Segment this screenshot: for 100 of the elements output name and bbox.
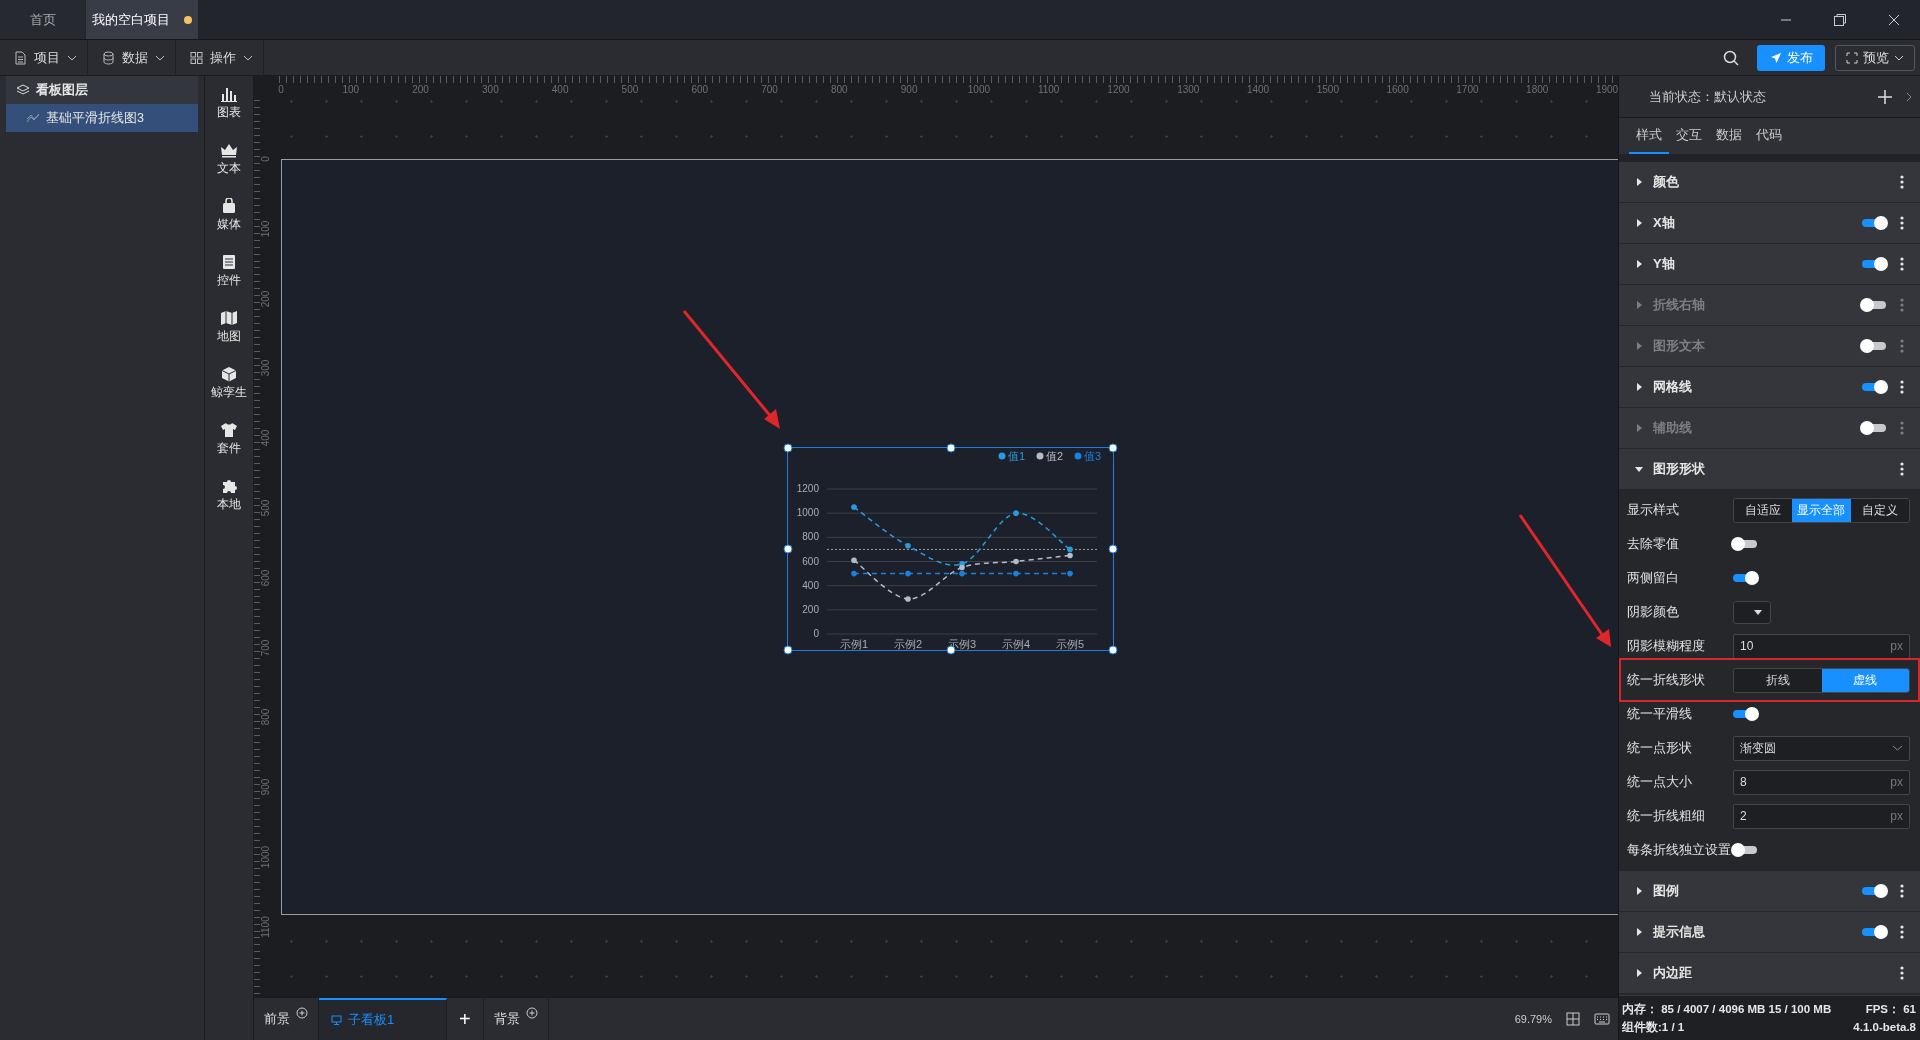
ruler-label: 1000 [260, 845, 272, 868]
add-circle-icon[interactable] [525, 1007, 538, 1019]
add-icon[interactable] [1878, 89, 1892, 104]
more-icon[interactable] [1900, 966, 1904, 980]
toggle-switch[interactable] [1862, 928, 1886, 936]
component-category[interactable]: 地图 [217, 310, 241, 345]
resize-handle[interactable] [783, 544, 793, 554]
component-category[interactable]: 套件 [217, 422, 241, 457]
component-category[interactable]: 鲸孪生 [211, 366, 247, 401]
data-point [851, 570, 857, 577]
close-icon[interactable] [1888, 13, 1900, 26]
section-header[interactable]: 网格线 [1619, 367, 1920, 408]
layer-item[interactable]: 基础平滑折线图3 [6, 104, 198, 132]
preview-button[interactable]: 预览 [1835, 44, 1915, 71]
toggle-switch[interactable] [1733, 710, 1757, 718]
number-field[interactable]: 8 px [1733, 769, 1910, 795]
crown-icon [220, 142, 238, 158]
board-tab[interactable]: 背景 [483, 998, 549, 1040]
more-icon[interactable] [1900, 884, 1904, 898]
toggle-switch[interactable] [1862, 301, 1886, 309]
add-board-button[interactable]: + [447, 998, 484, 1040]
database-icon [102, 50, 115, 65]
resize-handle[interactable] [1108, 544, 1118, 554]
toggle-switch[interactable] [1862, 383, 1886, 391]
add-circle-icon[interactable] [296, 1007, 308, 1019]
section-header[interactable]: X轴 [1619, 203, 1920, 244]
document-tab[interactable]: 首页 [0, 0, 85, 39]
toggle-switch[interactable] [1862, 424, 1886, 432]
resize-handle[interactable] [1108, 443, 1118, 453]
section-header[interactable]: 图例 [1619, 871, 1920, 912]
axis-tick-label: 0 [813, 628, 819, 639]
search-icon[interactable] [1723, 49, 1739, 66]
field-label: 两侧留白 [1627, 569, 1680, 587]
component-category[interactable]: 控件 [217, 254, 241, 289]
resize-handle[interactable] [946, 443, 955, 453]
section-header[interactable]: Y轴 [1619, 244, 1920, 285]
resize-handle[interactable] [783, 645, 793, 655]
section-header[interactable]: 内边距 [1619, 953, 1920, 994]
resize-handle[interactable] [783, 443, 793, 453]
axis-tick-label: 800 [802, 531, 819, 543]
more-icon[interactable] [1900, 175, 1904, 189]
number-field[interactable]: 2 px [1733, 803, 1910, 829]
chevron-right-icon[interactable] [1906, 91, 1912, 102]
restore-icon[interactable] [1833, 12, 1847, 27]
component-category[interactable]: 图表 [217, 86, 241, 121]
more-icon[interactable] [1900, 257, 1904, 271]
toggle-switch[interactable] [1733, 574, 1757, 582]
toggle-switch[interactable] [1862, 887, 1886, 895]
toggle-switch[interactable] [1733, 540, 1757, 548]
section-header[interactable]: 颜色 [1619, 162, 1920, 203]
axis-tick-label: 600 [802, 555, 819, 567]
ruler-label: 600 [260, 569, 272, 587]
ruler-label: 100 [342, 84, 360, 95]
caret-icon [67, 54, 77, 61]
axis-tick-label: 200 [802, 603, 819, 615]
component-category[interactable]: 本地 [217, 478, 241, 513]
more-icon[interactable] [1900, 216, 1904, 230]
legend-label: 值3 [1084, 450, 1102, 462]
axis-category-label: 示例2 [893, 638, 923, 650]
menu-button[interactable]: 操作 [176, 40, 264, 75]
section-header[interactable]: 提示信息 [1619, 912, 1920, 953]
component-count: 组件数:1 / 1 [1622, 1020, 1685, 1035]
menu-button[interactable]: 数据 [88, 40, 176, 75]
toggle-switch[interactable] [1862, 260, 1886, 268]
data-point [1013, 558, 1019, 565]
number-field[interactable]: 10 px [1733, 633, 1910, 659]
section-header[interactable]: 图形形状 [1619, 449, 1920, 490]
axis-category-label: 示例5 [1055, 638, 1085, 650]
ruler-label: 800 [260, 708, 272, 726]
segment-option[interactable]: 自适应 [1734, 498, 1793, 522]
toggle-switch[interactable] [1862, 342, 1886, 350]
field-label: 去除零值 [1627, 535, 1680, 553]
panel-tab[interactable]: 数据 [1709, 118, 1749, 154]
fit-screen-icon[interactable] [1566, 1012, 1580, 1026]
memory-usage: 内存： 85 / 4007 / 4096 MB 15 / 100 MB [1622, 1002, 1832, 1017]
panel-tab[interactable]: 代码 [1749, 118, 1789, 154]
more-icon[interactable] [1900, 380, 1904, 394]
color-picker[interactable] [1733, 600, 1771, 624]
dropdown-select[interactable]: 渐变圆 [1733, 735, 1910, 761]
field-label: 阴影颜色 [1627, 603, 1680, 621]
caret-down-icon [1754, 609, 1762, 615]
component-category[interactable]: 媒体 [217, 198, 241, 233]
toggle-switch[interactable] [1733, 846, 1757, 854]
caret-right-icon [1635, 424, 1643, 432]
menu-button[interactable]: 项目 [0, 40, 88, 75]
document-tab[interactable]: 我的空白项目 [86, 0, 198, 39]
keyboard-icon[interactable] [1594, 1013, 1610, 1025]
ruler-label: 1400 [1246, 84, 1270, 95]
more-icon[interactable] [1900, 462, 1904, 476]
toggle-switch[interactable] [1862, 219, 1886, 227]
resize-handle[interactable] [1108, 645, 1118, 655]
segment-option[interactable]: 自定义 [1850, 498, 1909, 522]
panel-tab[interactable]: 交互 [1669, 118, 1709, 154]
field-label: 统一点形状 [1627, 739, 1693, 757]
segment-option[interactable]: 折线 [1734, 668, 1822, 692]
more-icon[interactable] [1900, 925, 1904, 939]
board-tab[interactable]: 子看板1 [319, 998, 447, 1040]
component-category[interactable]: 文本 [217, 142, 241, 177]
caret-icon [1894, 54, 1904, 61]
data-point [905, 570, 911, 577]
